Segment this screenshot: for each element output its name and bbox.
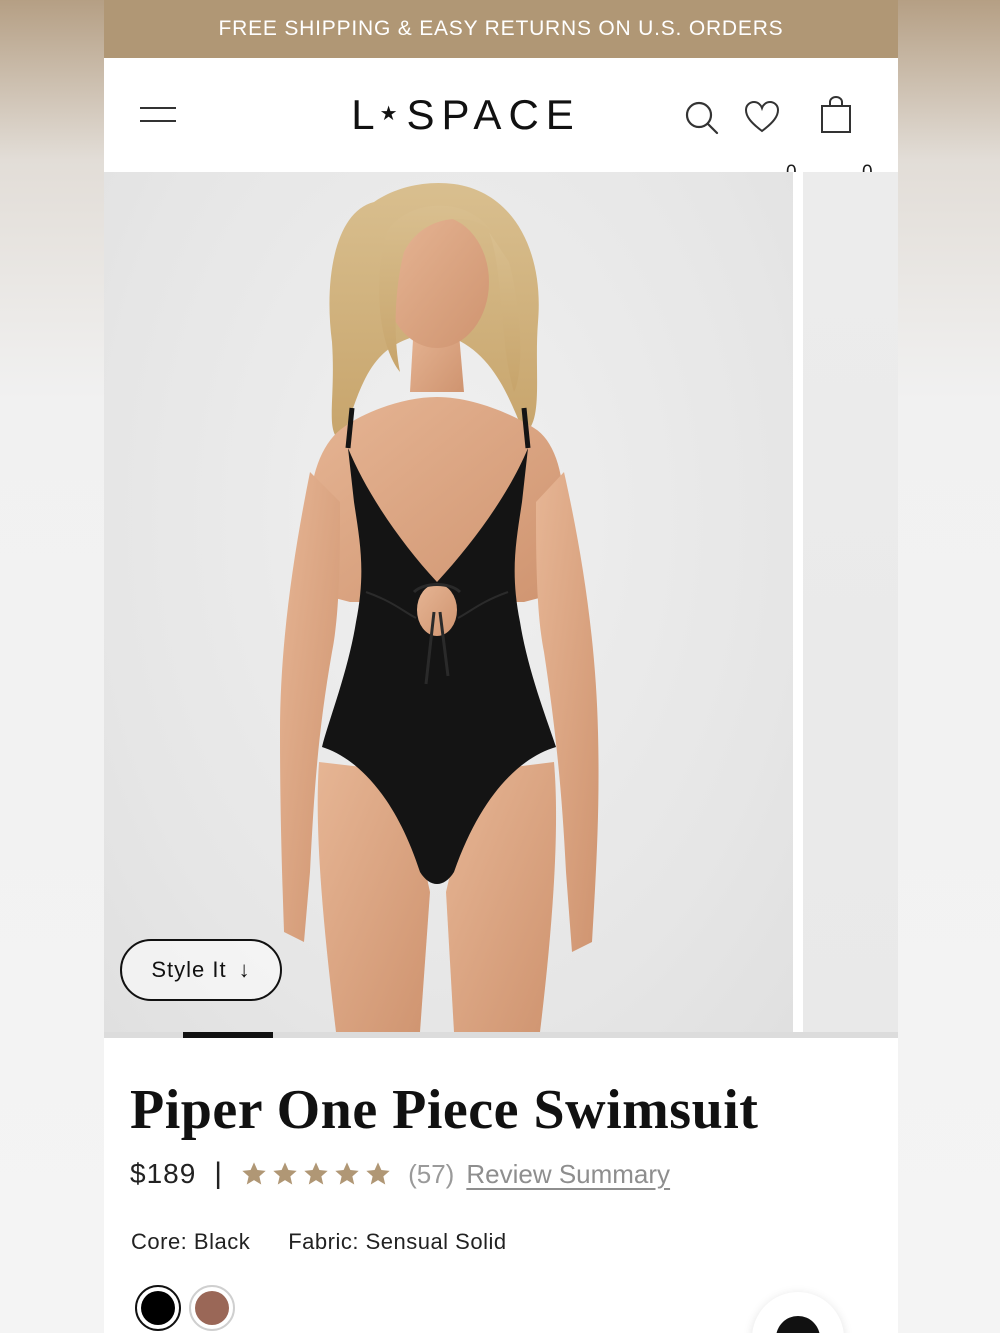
style-it-label: Style It <box>151 957 227 982</box>
heart-icon[interactable] <box>744 100 780 136</box>
next-image-peek[interactable] <box>803 172 898 1032</box>
review-summary-link[interactable]: Review Summary <box>466 1159 670 1190</box>
swatch-black[interactable] <box>135 1285 181 1331</box>
page: FREE SHIPPING & EASY RETURNS ON U.S. ORD… <box>104 0 898 1333</box>
rating-stars[interactable] <box>240 1160 392 1188</box>
product-attributes: Core: Black Fabric: Sensual Solid <box>131 1229 507 1255</box>
model-photo <box>280 182 599 1032</box>
star-icon <box>366 1162 390 1185</box>
logo-right: SPACE <box>406 91 581 138</box>
site-header: L ★ SPACE 0 0 <box>104 58 898 183</box>
logo-left: L <box>351 91 382 138</box>
price-separator: | <box>214 1157 223 1190</box>
product-title: Piper One Piece Swimsuit <box>130 1079 759 1141</box>
arrow-down-icon: ↓ <box>238 957 251 982</box>
product-image[interactable]: Style It ↓ <box>104 172 793 1032</box>
gallery-progress-indicator <box>183 1032 273 1038</box>
promo-banner[interactable]: FREE SHIPPING & EASY RETURNS ON U.S. ORD… <box>104 0 898 58</box>
background-right <box>896 0 1000 1333</box>
search-icon[interactable] <box>684 100 720 136</box>
promo-text: FREE SHIPPING & EASY RETURNS ON U.S. ORD… <box>218 17 784 40</box>
menu-icon[interactable] <box>140 105 176 125</box>
core-color-label: Core: Black <box>131 1229 251 1254</box>
star-icon <box>242 1162 266 1185</box>
bag-icon[interactable] <box>820 95 852 134</box>
logo-star-icon: ★ <box>379 102 405 125</box>
fabric-label: Fabric: Sensual Solid <box>288 1229 507 1254</box>
brand-logo[interactable]: L ★ SPACE <box>351 91 581 138</box>
star-icon <box>273 1162 297 1185</box>
price-rating-row: $189 | (57) Review Summary <box>130 1154 670 1194</box>
chat-button[interactable] <box>752 1292 844 1333</box>
swatch-brown[interactable] <box>189 1285 235 1331</box>
star-icon <box>335 1162 359 1185</box>
chat-icon <box>776 1316 820 1333</box>
product-gallery[interactable]: Style It ↓ <box>104 172 898 1038</box>
review-count[interactable]: (57) <box>408 1159 454 1190</box>
style-it-button[interactable]: Style It ↓ <box>120 939 282 1001</box>
star-icon <box>304 1162 328 1185</box>
product-price: $189 <box>130 1158 197 1189</box>
background-left <box>0 0 104 1333</box>
